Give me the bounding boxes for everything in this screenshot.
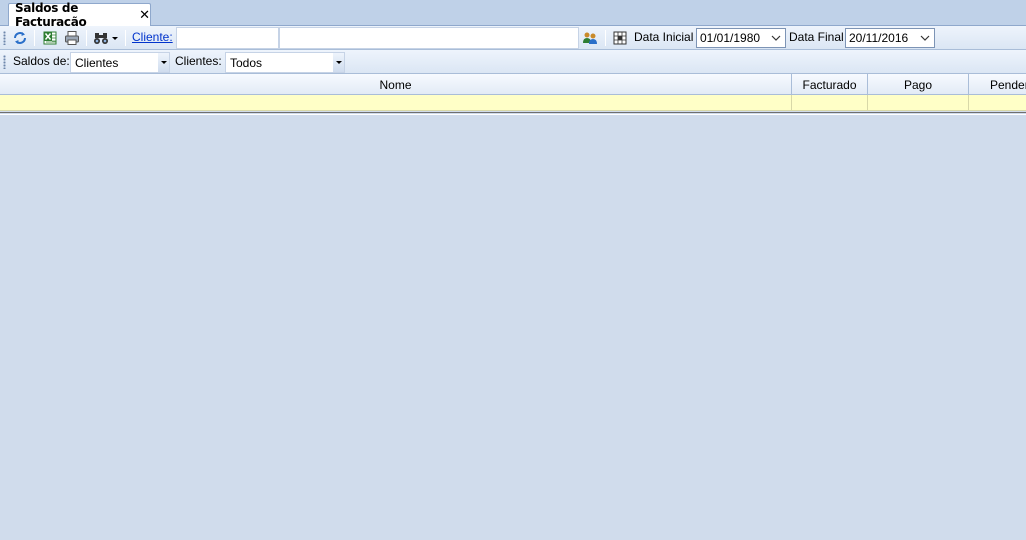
excel-export-icon xyxy=(43,31,57,45)
dropdown-arrow-icon[interactable] xyxy=(158,53,169,72)
tab-strip: Saldos de Facturação ✕ xyxy=(0,0,1026,29)
export-excel-button[interactable] xyxy=(40,29,60,47)
column-header-facturado[interactable]: Facturado xyxy=(792,74,868,95)
filter-toolbar: Saldos de: Clientes Clientes: Todos xyxy=(0,50,1026,74)
toolbar-separator xyxy=(34,30,35,46)
data-inicial-label: Data Inicial xyxy=(634,30,694,44)
dropdown-arrow-icon xyxy=(112,36,118,40)
users-search-icon xyxy=(583,32,597,44)
data-final-label: Data Final xyxy=(789,30,844,44)
column-header-pendente[interactable]: Pendente xyxy=(969,74,1026,95)
grid-divider xyxy=(0,112,1026,115)
close-icon[interactable]: ✕ xyxy=(139,9,150,22)
toolbar-grip[interactable] xyxy=(3,55,6,69)
toolbar-separator xyxy=(605,30,606,46)
grid-header: Nome Facturado Pago Pendente xyxy=(0,74,1026,95)
refresh-icon xyxy=(14,32,26,44)
calendar-grid-icon xyxy=(613,31,627,45)
saldos-de-label: Saldos de: xyxy=(13,54,70,68)
data-final-picker[interactable]: 20/11/2016 xyxy=(845,28,935,48)
clientes-value: Todos xyxy=(230,56,263,70)
find-button[interactable] xyxy=(91,29,111,47)
find-binoculars-icon xyxy=(94,33,108,44)
filter-cell-facturado[interactable] xyxy=(792,95,868,111)
toolbar-grip[interactable] xyxy=(3,31,6,45)
cliente-link[interactable]: Cliente: xyxy=(132,30,173,44)
find-dropdown-button[interactable] xyxy=(110,29,120,47)
data-final-value: 20/11/2016 xyxy=(849,31,909,45)
data-inicial-picker[interactable]: 01/01/1980 xyxy=(696,28,786,48)
toolbar-separator xyxy=(86,30,87,46)
print-icon xyxy=(65,31,79,45)
saldos-de-select[interactable]: Clientes xyxy=(70,52,170,73)
grid-filter-row xyxy=(0,95,1026,111)
chevron-down-icon[interactable] xyxy=(769,30,783,46)
saldos-de-value: Clientes xyxy=(75,56,119,70)
clientes-select[interactable]: Todos xyxy=(225,52,345,73)
main-toolbar: Cliente: Data Inicial 01/01/1980 Data Fi… xyxy=(0,26,1026,50)
cliente-name-input[interactable] xyxy=(279,27,579,49)
filter-cell-nome[interactable] xyxy=(0,95,792,111)
tab-title: Saldos de Facturação xyxy=(15,1,87,29)
search-clients-button[interactable] xyxy=(580,29,600,47)
period-button[interactable] xyxy=(610,29,630,47)
column-header-nome[interactable]: Nome xyxy=(0,74,792,95)
data-inicial-value: 01/01/1980 xyxy=(700,31,761,45)
print-button[interactable] xyxy=(62,29,82,47)
filter-cell-pago[interactable] xyxy=(868,95,969,111)
clientes-label: Clientes: xyxy=(175,54,222,68)
cliente-code-input[interactable] xyxy=(176,27,279,49)
chevron-down-icon[interactable] xyxy=(918,30,932,46)
filter-cell-pendente[interactable] xyxy=(969,95,1026,111)
toolbar-separator xyxy=(125,30,126,46)
refresh-button[interactable] xyxy=(10,29,30,47)
dropdown-arrow-icon[interactable] xyxy=(333,53,344,72)
column-header-pago[interactable]: Pago xyxy=(868,74,969,95)
tab-saldos-facturacao[interactable]: Saldos de Facturação ✕ xyxy=(8,1,151,29)
